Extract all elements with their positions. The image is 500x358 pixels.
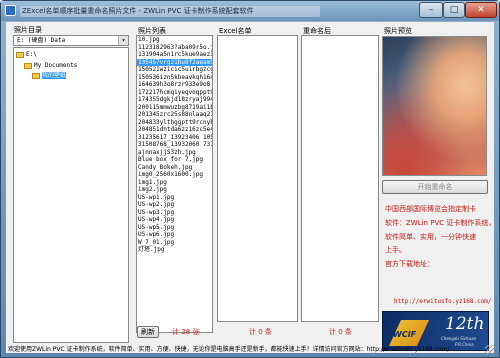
refresh-button[interactable]: 刷新 [137,326,159,338]
photo-list-item[interactable]: 164639h3o8rzr933e9o8 [137,81,212,89]
photo-list-item[interactable]: 灯塔.jpg [137,246,212,254]
tree-node-label: E:\ [26,51,37,58]
folder-icon [16,51,24,58]
folder-tree[interactable]: E:\ My Documents 我的壁纸 [13,47,129,343]
photo-preview [382,36,487,176]
photo-list-item[interactable]: 150536izn5kbeavkqh16ni [137,74,212,82]
photo-count: 计 28 张 [172,328,200,336]
photo-list-item[interactable]: img0_2560x1600.jpg [137,171,212,179]
photo-list-item[interactable]: 172217hcmqiyeqvoqppt9 [137,89,212,97]
app-icon [5,5,16,16]
photo-list-item[interactable]: 31235617_13923406 10564 [137,134,212,142]
photo-list-item[interactable]: 204851dntda6zz16zc5e4r [137,126,212,134]
photo-list-item[interactable]: US-wp2.jpg [137,201,212,209]
photo-list-item[interactable]: W_7_01.jpg [137,239,212,247]
photo-list-item[interactable]: Candy Bokeh.jpg [137,164,212,172]
photo-list-item[interactable]: US-wp3.jpg [137,209,212,217]
minimize-button[interactable]: – [419,2,443,18]
rename-button[interactable]: 开始重命名 [382,180,488,194]
renamed-count: 计 0 条 [329,328,352,336]
photo-list-item[interactable]: US-wp4.jpg [137,216,212,224]
renamed-list[interactable] [301,35,379,322]
drive-select-value: E: (硬盘) Data [17,37,66,44]
close-button[interactable]: ✕ [465,2,497,18]
photo-list-item[interactable]: US-wp1.jpg [137,194,212,202]
tree-node-wallpapers[interactable]: 我的壁纸 [32,71,67,80]
photo-list-item[interactable]: US-wp5.jpg [137,224,212,232]
photo-list-item[interactable]: 135457vrg21hu9f2aeam9r [137,58,212,66]
photo-list-item[interactable]: 201345zrc25s88nlaaq21n [137,111,212,119]
photo-list-item[interactable]: 131904a5n1rc5kue9aez3w [137,51,212,59]
excel-count: 计 0 条 [249,328,272,336]
maximize-button[interactable]: □ [443,2,465,18]
preview-label: 照片预览 [384,27,412,35]
banner-subtitle: Chengdu Sichuan [441,336,477,341]
chevron-down-icon[interactable]: ▾ [118,36,128,45]
photo-list-item[interactable]: 150521wzicic5uirbgzcg [137,66,212,74]
info-line-3: 软件简单、实用，一分钟快速 [385,233,476,241]
window-title: ZExcel名单顺序批量重命名照片文件 - ZWLin PVC 证卡制作系统配套… [20,6,320,17]
photo-list-item[interactable]: 10.jpg [137,36,212,44]
photo-list-item[interactable]: 204833ylthggptt9rcnyb [137,119,212,127]
client-area: 照片目录 E: (硬盘) Data ▾ E:\ My Documents 我的壁… [6,22,496,353]
info-line-2: 软件：ZWLin PVC 证卡制作系统， [385,219,496,227]
folder-icon [32,72,40,79]
banner-title: 12th [445,314,485,334]
photo-list-item[interactable]: img2.jpg [137,186,212,194]
photo-list-item[interactable]: US-wp6.jpg [137,231,212,239]
tree-node-label: 我的壁纸 [42,72,67,79]
tree-node-label: My Documents [34,62,78,69]
excel-list[interactable] [217,35,298,322]
download-link[interactable]: http://erwitusfo.yz168.com/ [394,298,492,305]
drive-select[interactable]: E: (硬盘) Data ▾ [13,35,129,46]
banner-country: P.R.China [455,342,474,347]
status-bar-text: 欢迎使用ZWLin PVC 证卡制作系统，软件简单、实用、方便、快捷，无论你是电… [8,346,450,353]
photo-list-item[interactable]: ajnnaxjjS3zh.jpg [137,149,212,157]
folder-icon [24,62,32,69]
app-window: ZExcel名单顺序批量重命名照片文件 - ZWLin PVC 证卡制作系统配套… [0,0,500,358]
photo-list[interactable]: 10.jpg 1123182963?aba09r5o.jp 131904a5n1rc… [136,35,213,333]
photo-list-item[interactable]: 200115mmwuzbg8719ai1bz [137,104,212,112]
photo-list-item[interactable]: 1123182963?aba09r5o.jp [137,44,212,52]
tree-node-my-documents[interactable]: My Documents [24,61,77,70]
photo-list-item[interactable]: Blue box for 7.jpg [137,156,212,164]
photo-list-item[interactable]: 31508768_13932060 73190 [137,141,212,149]
photo-list-item[interactable]: 174355dgkjd18zryaj994 [137,96,212,104]
resize-grip-icon[interactable] [485,345,495,355]
info-line-4: 上手。 [385,246,406,254]
photo-list-item[interactable]: img1.jpg [137,179,212,187]
info-line-5: 官方下载地址： [385,260,434,268]
info-line-1: 中国西部国际博览会指定制卡 [385,205,476,213]
title-bar[interactable]: ZExcel名单顺序批量重命名照片文件 - ZWLin PVC 证卡制作系统配套… [1,1,499,21]
tree-node-drive[interactable]: E:\ [16,50,37,59]
photo-dir-label: 照片目录 [14,26,42,34]
banner-brand: WCIF [393,330,417,339]
